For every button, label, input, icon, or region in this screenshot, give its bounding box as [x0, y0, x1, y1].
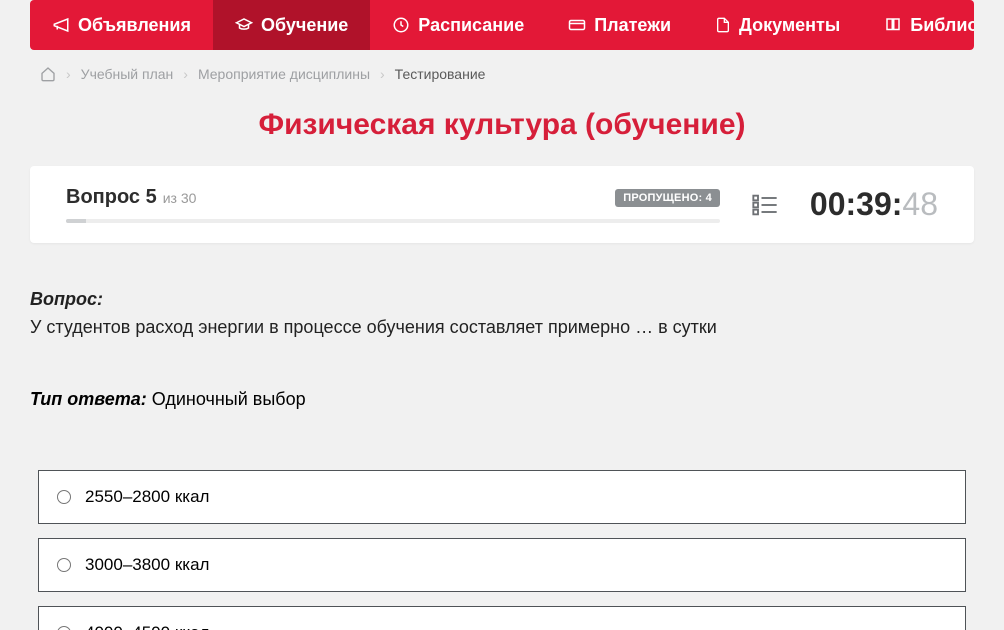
book-icon — [884, 16, 902, 34]
question-number: Вопрос 5 — [66, 186, 157, 209]
home-icon[interactable] — [40, 66, 56, 82]
main-nav: Объявления Обучение Расписание Платежи Д… — [30, 0, 974, 50]
nav-label: Расписание — [418, 15, 524, 36]
page-title: Физическая культура (обучение) — [30, 108, 974, 142]
progress-fill — [66, 219, 86, 223]
question-text: У студентов расход энергии в процессе об… — [30, 314, 974, 341]
graduation-cap-icon — [235, 16, 253, 34]
nav-item-schedule[interactable]: Расписание — [370, 0, 546, 50]
answer-option[interactable]: 4000–4500 ккал — [38, 606, 966, 630]
answers-list: 2550–2800 ккал 3000–3800 ккал 4000–4500 … — [30, 470, 974, 630]
question-progress: Вопрос 5 из 30 ПРОПУЩЕНО: 4 — [66, 186, 720, 223]
nav-label: Обучение — [261, 15, 348, 36]
nav-item-documents[interactable]: Документы — [693, 0, 862, 50]
answer-text: 3000–3800 ккал — [85, 555, 209, 575]
answer-option[interactable]: 2550–2800 ккал — [38, 470, 966, 524]
clock-icon — [392, 16, 410, 34]
answer-radio[interactable] — [57, 626, 71, 630]
file-icon — [715, 16, 731, 34]
answer-option[interactable]: 3000–3800 ккал — [38, 538, 966, 592]
timer-main: 00:39: — [810, 186, 903, 223]
card-icon — [568, 16, 586, 34]
question-list-icon[interactable] — [750, 191, 780, 219]
question-body: Вопрос: У студентов расход энергии в про… — [30, 289, 974, 410]
nav-label: Библиотека — [910, 15, 974, 36]
skipped-badge: ПРОПУЩЕНО: 4 — [615, 189, 720, 207]
timer: 00:39:48 — [810, 186, 938, 223]
nav-label: Платежи — [594, 15, 671, 36]
breadcrumb: › Учебный план › Мероприятие дисциплины … — [30, 50, 974, 98]
timer-subseconds: 48 — [902, 186, 938, 223]
answer-text: 4000–4500 ккал — [85, 623, 209, 630]
progress-track — [66, 219, 720, 223]
question-info-bar: Вопрос 5 из 30 ПРОПУЩЕНО: 4 00:39:48 — [30, 166, 974, 243]
question-total: из 30 — [163, 190, 197, 206]
nav-item-education[interactable]: Обучение — [213, 0, 370, 50]
answer-type-label: Тип ответа: — [30, 389, 147, 409]
nav-item-payments[interactable]: Платежи — [546, 0, 693, 50]
nav-label: Документы — [739, 15, 840, 36]
breadcrumb-link-event[interactable]: Мероприятие дисциплины — [198, 66, 370, 82]
megaphone-icon — [52, 16, 70, 34]
nav-label: Объявления — [78, 15, 191, 36]
answer-text: 2550–2800 ккал — [85, 487, 209, 507]
chevron-right-icon: › — [183, 66, 188, 82]
answer-radio[interactable] — [57, 490, 71, 504]
breadcrumb-current: Тестирование — [395, 66, 486, 82]
chevron-right-icon: › — [66, 66, 71, 82]
question-label: Вопрос: — [30, 289, 974, 310]
answer-type-value-text: Одиночный выбор — [152, 389, 306, 409]
chevron-right-icon: › — [380, 66, 385, 82]
breadcrumb-link-plan[interactable]: Учебный план — [81, 66, 174, 82]
answer-radio[interactable] — [57, 558, 71, 572]
nav-item-announcements[interactable]: Объявления — [30, 0, 213, 50]
nav-item-library[interactable]: Библиотека — [862, 0, 974, 50]
